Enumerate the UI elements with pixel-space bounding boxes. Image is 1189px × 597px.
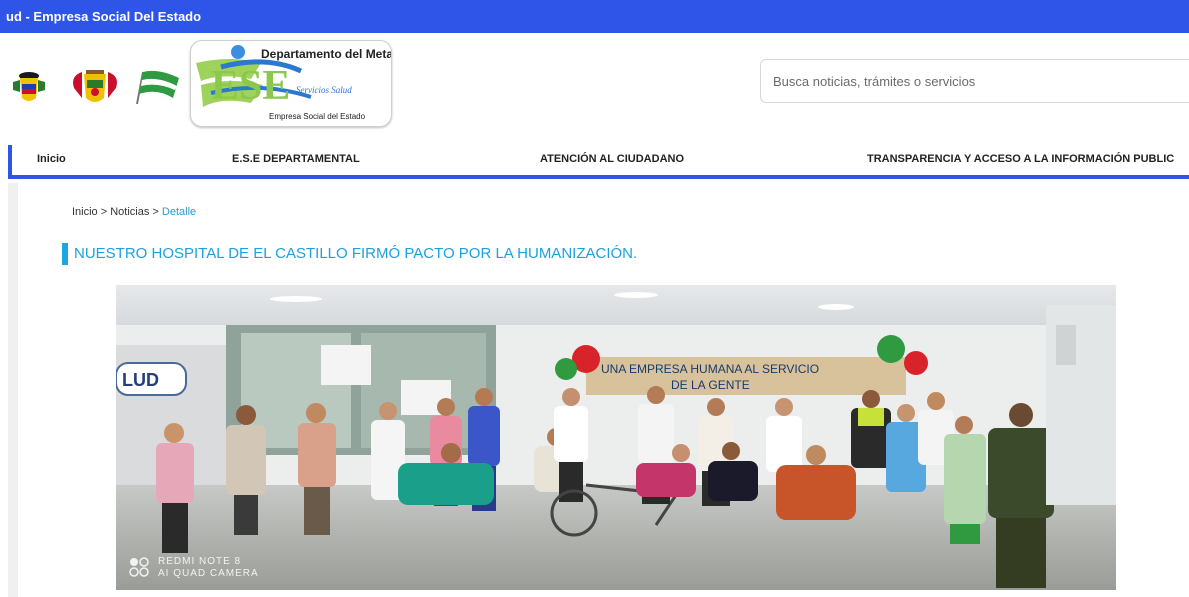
breadcrumb-current: Detalle xyxy=(161,206,197,218)
nav-item-transparencia[interactable]: TRANSPARENCIA Y ACCESO A LA INFORMACIÓN … xyxy=(867,153,1174,165)
breadcrumb: Inicio > Noticias > Detalle xyxy=(72,206,196,218)
article-title: NUESTRO HOSPITAL DE EL CASTILLO FIRMÓ PA… xyxy=(62,243,637,265)
search-input[interactable] xyxy=(760,59,1189,103)
nav-item-atencion-ciudadano[interactable]: ATENCIÓN AL CIUDADANO xyxy=(540,153,684,165)
logo-line1: Departamento del Meta xyxy=(261,47,391,61)
breadcrumb-section[interactable]: Noticias xyxy=(110,206,149,218)
photo-watermark: REDMI NOTE 8 AI QUAD CAMERA xyxy=(128,556,258,579)
banner-line2: DE LA GENTE xyxy=(671,378,750,392)
top-bar: ud - Empresa Social Del Estado xyxy=(0,0,1189,33)
ese-logo[interactable]: ESE Departamento del Meta Servicios Salu… xyxy=(190,40,392,127)
watermark-line2: AI QUAD CAMERA xyxy=(158,568,259,579)
watermark-line1: REDMI NOTE 8 xyxy=(158,556,242,567)
breadcrumb-home[interactable]: Inicio xyxy=(72,206,98,218)
main-nav: Inicio E.S.E DEPARTAMENTAL ATENCIÓN AL C… xyxy=(8,145,1189,179)
left-gutter xyxy=(8,183,18,597)
logo-line3: Empresa Social del Estado xyxy=(269,112,366,121)
nav-item-inicio[interactable]: Inicio xyxy=(37,153,66,165)
meta-flag-icon xyxy=(136,70,179,105)
article-photo[interactable]: LUD UNA EMPRESA HUMANA AL SERVICIO DE LA… xyxy=(116,285,1116,590)
logo-script: Servicios Salud xyxy=(296,85,352,95)
breadcrumb-separator: > xyxy=(149,206,162,218)
meta-coat-of-arms-icon xyxy=(73,70,117,102)
header: ESE Departamento del Meta Servicios Salu… xyxy=(0,33,1189,133)
banner-line1: UNA EMPRESA HUMANA AL SERVICIO xyxy=(601,362,819,376)
colombia-coat-of-arms-icon xyxy=(13,72,45,101)
logo-mark: ESE xyxy=(211,63,290,109)
nav-item-ese-departamental[interactable]: E.S.E DEPARTAMENTAL xyxy=(232,153,360,165)
camera-lens-icon xyxy=(129,557,149,577)
wall-sign-text: LUD xyxy=(122,370,159,390)
top-bar-text: ud - Empresa Social Del Estado xyxy=(6,9,202,24)
breadcrumb-separator: > xyxy=(97,206,111,218)
